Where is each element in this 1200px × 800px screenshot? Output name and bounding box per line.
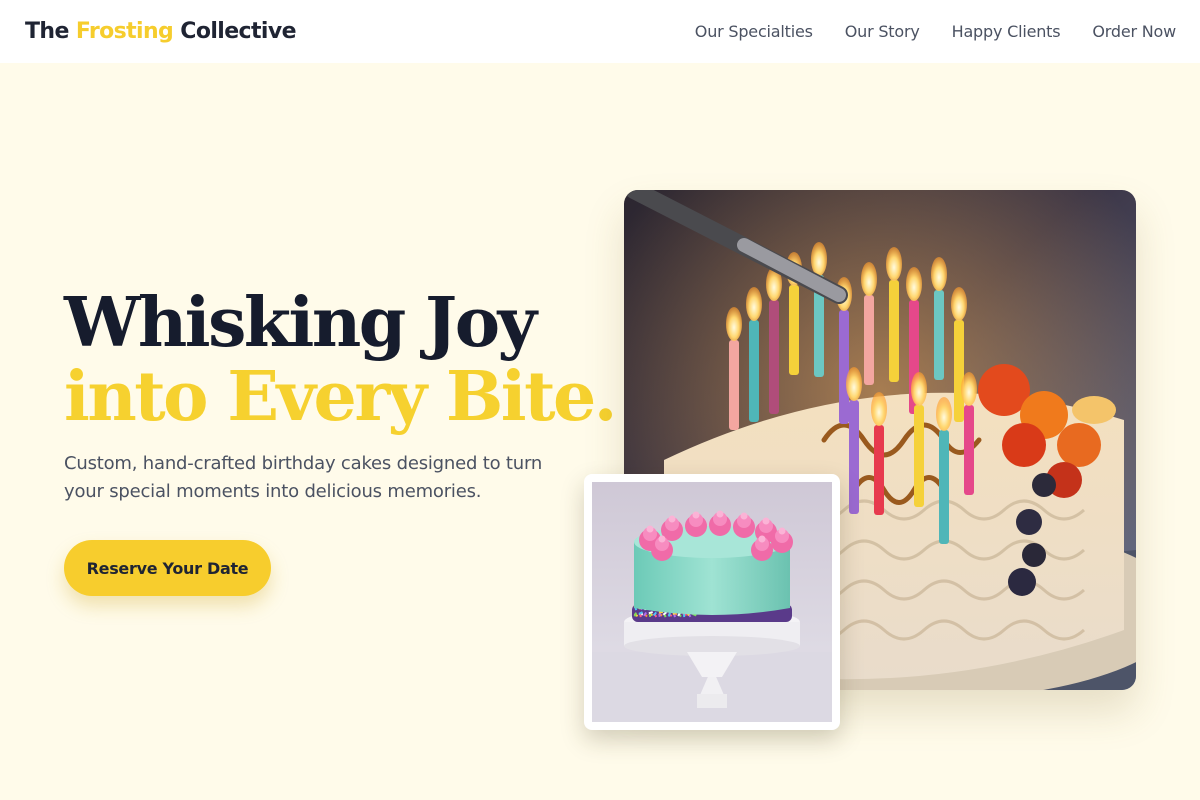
main-nav: Our Specialties Our Story Happy Clients … [695, 22, 1176, 41]
nav-link-clients[interactable]: Happy Clients [952, 22, 1061, 41]
hero-subtitle: Custom, hand-crafted birthday cakes desi… [64, 453, 543, 502]
site-logo[interactable]: The Frosting Collective [25, 19, 297, 44]
hero-title-line2: into Every Bite. [64, 357, 617, 437]
logo-prefix: The [25, 19, 76, 44]
nav-link-order[interactable]: Order Now [1092, 22, 1176, 41]
logo-suffix: Collective [173, 19, 296, 44]
logo-accent: Frosting [75, 19, 174, 44]
small-cake-photo-frame [584, 474, 840, 730]
reserve-date-button[interactable]: Reserve Your Date [64, 540, 271, 596]
hero-content: Whisking Joy into Every Bite. Custom, ha… [64, 283, 617, 506]
hero-title: Whisking Joy into Every Bite. [64, 283, 617, 437]
nav-link-story[interactable]: Our Story [845, 22, 920, 41]
mint-cake-photo [592, 482, 832, 722]
navbar: The Frosting Collective Our Specialties … [0, 0, 1200, 63]
mint-cake-illustration [592, 482, 832, 722]
hero-title-line1: Whisking Joy [64, 283, 537, 363]
nav-link-specialties[interactable]: Our Specialties [695, 22, 813, 41]
